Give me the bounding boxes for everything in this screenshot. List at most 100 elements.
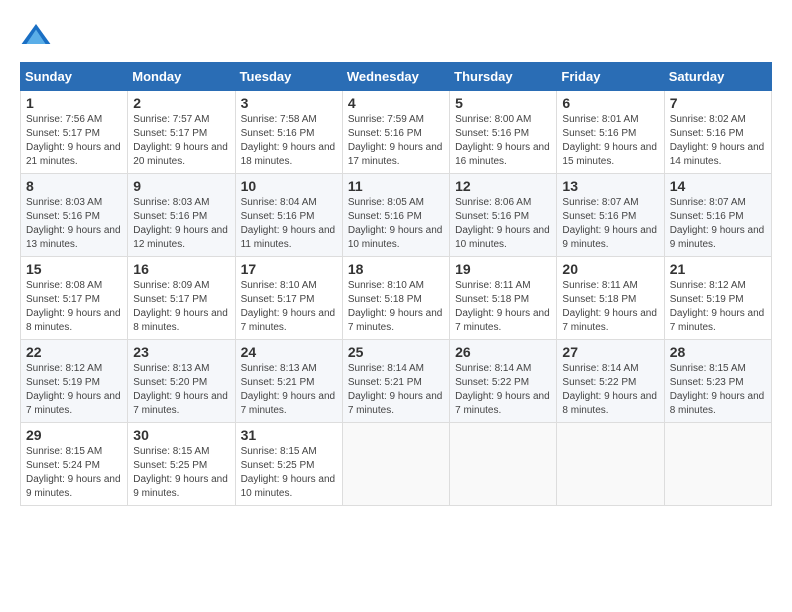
day-number: 22 [26, 344, 122, 360]
calendar-cell [342, 423, 449, 506]
calendar-week-3: 15 Sunrise: 8:08 AMSunset: 5:17 PMDaylig… [21, 257, 772, 340]
day-info: Sunrise: 8:14 AMSunset: 5:21 PMDaylight:… [348, 362, 444, 418]
day-number: 11 [348, 178, 444, 194]
day-number: 8 [26, 178, 122, 194]
logo [20, 20, 58, 52]
calendar-cell: 31 Sunrise: 8:15 AMSunset: 5:25 PMDaylig… [235, 423, 342, 506]
calendar-cell: 15 Sunrise: 8:08 AMSunset: 5:17 PMDaylig… [21, 257, 128, 340]
day-number: 31 [241, 427, 337, 443]
calendar-cell: 2 Sunrise: 7:57 AMSunset: 5:17 PMDayligh… [128, 91, 235, 174]
calendar-table: SundayMondayTuesdayWednesdayThursdayFrid… [20, 62, 772, 506]
day-info: Sunrise: 7:56 AMSunset: 5:17 PMDaylight:… [26, 113, 122, 169]
calendar-cell: 19 Sunrise: 8:11 AMSunset: 5:18 PMDaylig… [450, 257, 557, 340]
calendar-cell: 5 Sunrise: 8:00 AMSunset: 5:16 PMDayligh… [450, 91, 557, 174]
calendar-cell [557, 423, 664, 506]
day-info: Sunrise: 8:00 AMSunset: 5:16 PMDaylight:… [455, 113, 551, 169]
calendar-cell: 27 Sunrise: 8:14 AMSunset: 5:22 PMDaylig… [557, 340, 664, 423]
day-info: Sunrise: 8:11 AMSunset: 5:18 PMDaylight:… [562, 279, 658, 335]
calendar-cell: 10 Sunrise: 8:04 AMSunset: 5:16 PMDaylig… [235, 174, 342, 257]
day-number: 13 [562, 178, 658, 194]
day-info: Sunrise: 8:12 AMSunset: 5:19 PMDaylight:… [26, 362, 122, 418]
calendar-cell: 14 Sunrise: 8:07 AMSunset: 5:16 PMDaylig… [664, 174, 771, 257]
calendar-cell [664, 423, 771, 506]
calendar-week-1: 1 Sunrise: 7:56 AMSunset: 5:17 PMDayligh… [21, 91, 772, 174]
day-info: Sunrise: 8:15 AMSunset: 5:25 PMDaylight:… [133, 445, 229, 501]
calendar-cell: 3 Sunrise: 7:58 AMSunset: 5:16 PMDayligh… [235, 91, 342, 174]
day-number: 24 [241, 344, 337, 360]
calendar-cell: 9 Sunrise: 8:03 AMSunset: 5:16 PMDayligh… [128, 174, 235, 257]
day-number: 12 [455, 178, 551, 194]
day-number: 23 [133, 344, 229, 360]
day-info: Sunrise: 8:06 AMSunset: 5:16 PMDaylight:… [455, 196, 551, 252]
day-number: 20 [562, 261, 658, 277]
day-number: 27 [562, 344, 658, 360]
day-info: Sunrise: 8:15 AMSunset: 5:24 PMDaylight:… [26, 445, 122, 501]
calendar-cell: 1 Sunrise: 7:56 AMSunset: 5:17 PMDayligh… [21, 91, 128, 174]
calendar-cell: 4 Sunrise: 7:59 AMSunset: 5:16 PMDayligh… [342, 91, 449, 174]
day-info: Sunrise: 8:04 AMSunset: 5:16 PMDaylight:… [241, 196, 337, 252]
day-number: 18 [348, 261, 444, 277]
calendar-cell: 30 Sunrise: 8:15 AMSunset: 5:25 PMDaylig… [128, 423, 235, 506]
day-info: Sunrise: 8:13 AMSunset: 5:20 PMDaylight:… [133, 362, 229, 418]
calendar-cell: 28 Sunrise: 8:15 AMSunset: 5:23 PMDaylig… [664, 340, 771, 423]
calendar-cell: 26 Sunrise: 8:14 AMSunset: 5:22 PMDaylig… [450, 340, 557, 423]
header-saturday: Saturday [664, 63, 771, 91]
day-number: 15 [26, 261, 122, 277]
day-number: 17 [241, 261, 337, 277]
day-number: 10 [241, 178, 337, 194]
day-info: Sunrise: 8:05 AMSunset: 5:16 PMDaylight:… [348, 196, 444, 252]
day-number: 3 [241, 95, 337, 111]
day-info: Sunrise: 8:02 AMSunset: 5:16 PMDaylight:… [670, 113, 766, 169]
day-number: 25 [348, 344, 444, 360]
day-info: Sunrise: 8:11 AMSunset: 5:18 PMDaylight:… [455, 279, 551, 335]
day-info: Sunrise: 8:14 AMSunset: 5:22 PMDaylight:… [562, 362, 658, 418]
day-number: 14 [670, 178, 766, 194]
day-number: 30 [133, 427, 229, 443]
calendar-week-4: 22 Sunrise: 8:12 AMSunset: 5:19 PMDaylig… [21, 340, 772, 423]
logo-icon [20, 20, 52, 52]
day-number: 16 [133, 261, 229, 277]
calendar-cell: 8 Sunrise: 8:03 AMSunset: 5:16 PMDayligh… [21, 174, 128, 257]
day-number: 5 [455, 95, 551, 111]
day-number: 9 [133, 178, 229, 194]
calendar-cell: 13 Sunrise: 8:07 AMSunset: 5:16 PMDaylig… [557, 174, 664, 257]
page-header [20, 20, 772, 52]
calendar-cell [450, 423, 557, 506]
day-info: Sunrise: 7:59 AMSunset: 5:16 PMDaylight:… [348, 113, 444, 169]
calendar-cell: 12 Sunrise: 8:06 AMSunset: 5:16 PMDaylig… [450, 174, 557, 257]
calendar-cell: 20 Sunrise: 8:11 AMSunset: 5:18 PMDaylig… [557, 257, 664, 340]
calendar-cell: 16 Sunrise: 8:09 AMSunset: 5:17 PMDaylig… [128, 257, 235, 340]
day-info: Sunrise: 7:57 AMSunset: 5:17 PMDaylight:… [133, 113, 229, 169]
day-info: Sunrise: 8:07 AMSunset: 5:16 PMDaylight:… [562, 196, 658, 252]
day-info: Sunrise: 8:15 AMSunset: 5:25 PMDaylight:… [241, 445, 337, 501]
header-thursday: Thursday [450, 63, 557, 91]
day-number: 26 [455, 344, 551, 360]
calendar-week-5: 29 Sunrise: 8:15 AMSunset: 5:24 PMDaylig… [21, 423, 772, 506]
day-number: 19 [455, 261, 551, 277]
day-info: Sunrise: 8:08 AMSunset: 5:17 PMDaylight:… [26, 279, 122, 335]
day-info: Sunrise: 8:13 AMSunset: 5:21 PMDaylight:… [241, 362, 337, 418]
calendar-cell: 6 Sunrise: 8:01 AMSunset: 5:16 PMDayligh… [557, 91, 664, 174]
day-info: Sunrise: 8:03 AMSunset: 5:16 PMDaylight:… [133, 196, 229, 252]
day-info: Sunrise: 8:10 AMSunset: 5:18 PMDaylight:… [348, 279, 444, 335]
day-number: 29 [26, 427, 122, 443]
header-wednesday: Wednesday [342, 63, 449, 91]
calendar-header-row: SundayMondayTuesdayWednesdayThursdayFrid… [21, 63, 772, 91]
day-info: Sunrise: 8:07 AMSunset: 5:16 PMDaylight:… [670, 196, 766, 252]
calendar-cell: 25 Sunrise: 8:14 AMSunset: 5:21 PMDaylig… [342, 340, 449, 423]
day-info: Sunrise: 7:58 AMSunset: 5:16 PMDaylight:… [241, 113, 337, 169]
calendar-cell: 18 Sunrise: 8:10 AMSunset: 5:18 PMDaylig… [342, 257, 449, 340]
day-number: 4 [348, 95, 444, 111]
header-tuesday: Tuesday [235, 63, 342, 91]
calendar-cell: 23 Sunrise: 8:13 AMSunset: 5:20 PMDaylig… [128, 340, 235, 423]
header-monday: Monday [128, 63, 235, 91]
day-number: 7 [670, 95, 766, 111]
calendar-cell: 22 Sunrise: 8:12 AMSunset: 5:19 PMDaylig… [21, 340, 128, 423]
day-info: Sunrise: 8:15 AMSunset: 5:23 PMDaylight:… [670, 362, 766, 418]
day-info: Sunrise: 8:12 AMSunset: 5:19 PMDaylight:… [670, 279, 766, 335]
calendar-week-2: 8 Sunrise: 8:03 AMSunset: 5:16 PMDayligh… [21, 174, 772, 257]
calendar-cell: 21 Sunrise: 8:12 AMSunset: 5:19 PMDaylig… [664, 257, 771, 340]
day-info: Sunrise: 8:03 AMSunset: 5:16 PMDaylight:… [26, 196, 122, 252]
day-info: Sunrise: 8:09 AMSunset: 5:17 PMDaylight:… [133, 279, 229, 335]
day-number: 6 [562, 95, 658, 111]
